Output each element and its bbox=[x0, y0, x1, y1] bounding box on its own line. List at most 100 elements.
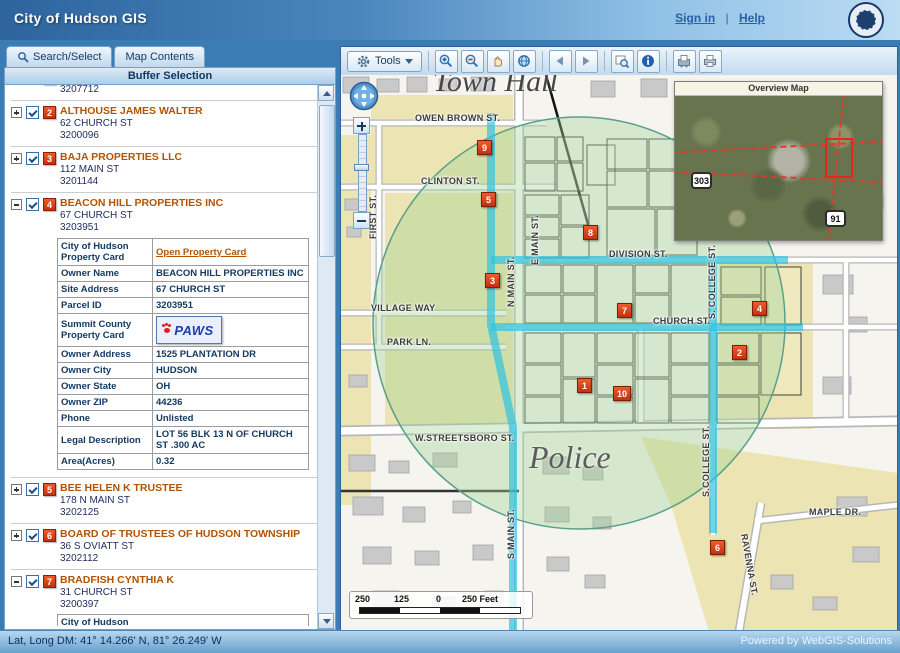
scroll-up-button[interactable] bbox=[318, 85, 334, 101]
property-card-partial: City of Hudson bbox=[57, 614, 309, 626]
table-row: Area(Acres) 0.32 bbox=[57, 453, 309, 470]
overview-map[interactable]: Overview Map 303 91 bbox=[674, 81, 883, 241]
collapse-toggle[interactable] bbox=[11, 199, 22, 210]
tab-label: Map Contents bbox=[125, 51, 194, 63]
table-row: Summit County Property Card PAWS bbox=[57, 313, 309, 347]
coordinates-readout: Lat, Long DM: 41° 14.266' N, 81° 26.249'… bbox=[8, 635, 222, 647]
scrollbar-thumb[interactable] bbox=[319, 105, 335, 257]
map-marker-10[interactable]: 10 bbox=[613, 386, 631, 401]
sign-in-link[interactable]: Sign in bbox=[675, 11, 715, 25]
zoom-out-button[interactable] bbox=[460, 49, 484, 73]
card-field-label: Owner Address bbox=[57, 346, 153, 363]
zoom-slider-in-button[interactable] bbox=[353, 117, 370, 134]
zoom-slider-thumb[interactable] bbox=[354, 164, 369, 171]
pan-button[interactable] bbox=[486, 49, 510, 73]
result-address: 112 MAIN ST bbox=[60, 164, 120, 175]
tab-search-select[interactable]: Search/Select bbox=[6, 46, 113, 67]
tab-label: Search/Select bbox=[33, 51, 102, 63]
hand-icon bbox=[494, 56, 503, 67]
expand-toggle[interactable] bbox=[11, 530, 22, 541]
map-panel: Tools Town Hall Police OWEN BROWN ST. CL… bbox=[340, 46, 898, 632]
overview-extent-rectangle[interactable] bbox=[825, 138, 853, 178]
expand-toggle[interactable] bbox=[11, 107, 22, 118]
tools-menu-button[interactable]: Tools bbox=[347, 50, 422, 72]
map-marker-9[interactable]: 9 bbox=[477, 140, 492, 155]
overview-map-title: Overview Map bbox=[675, 82, 882, 96]
print-button[interactable] bbox=[698, 49, 722, 73]
result-checkbox[interactable] bbox=[26, 106, 39, 119]
street-label: S.COLLEGE ST. bbox=[701, 425, 711, 497]
table-row: Owner Address 1525 PLANTATION DR bbox=[57, 346, 309, 363]
chevron-down-icon bbox=[404, 58, 413, 64]
result-checkbox[interactable] bbox=[26, 198, 39, 211]
result-checkbox[interactable] bbox=[26, 575, 39, 588]
result-name[interactable]: BAJA PROPERTIES LLC bbox=[60, 151, 182, 163]
card-field-value: Unlisted bbox=[152, 410, 309, 427]
map-marker-7[interactable]: 7 bbox=[617, 303, 632, 318]
card-field-label: Parcel ID bbox=[57, 297, 153, 314]
status-bar: Lat, Long DM: 41° 14.266' N, 81° 26.249'… bbox=[0, 630, 900, 653]
street-label: CLINTON ST. bbox=[421, 176, 480, 186]
route-shield-91: 91 bbox=[825, 210, 846, 227]
left-panel: Search/Select Map Contents Buffer Select… bbox=[4, 46, 336, 630]
card-field-label: Owner Name bbox=[57, 265, 153, 282]
zoom-in-button[interactable] bbox=[434, 49, 458, 73]
paws-logo[interactable]: PAWS bbox=[156, 316, 222, 344]
tab-map-contents[interactable]: Map Contents bbox=[114, 46, 205, 67]
identify-button[interactable] bbox=[636, 49, 660, 73]
result-address: 31 CHURCH ST bbox=[60, 587, 133, 598]
street-label: VILLAGE WAY bbox=[371, 303, 436, 313]
expand-toggle[interactable] bbox=[11, 153, 22, 164]
result-parcel: 3201144 bbox=[60, 176, 99, 187]
results-scrollbar[interactable] bbox=[317, 85, 335, 629]
next-extent-button[interactable] bbox=[574, 49, 598, 73]
previous-extent-button[interactable] bbox=[548, 49, 572, 73]
street-label: W.STREETSBORO ST. bbox=[415, 433, 515, 443]
result-parcel: 3200096 bbox=[60, 130, 99, 141]
info-icon bbox=[642, 55, 655, 67]
zoom-window-button[interactable] bbox=[610, 49, 634, 73]
map-marker-2[interactable]: 2 bbox=[732, 345, 747, 360]
export-map-button[interactable] bbox=[672, 49, 696, 73]
zoom-slider-track[interactable] bbox=[357, 134, 367, 212]
result-number-badge: 3 bbox=[43, 152, 56, 165]
map-marker-1[interactable]: 1 bbox=[577, 378, 592, 393]
police-label: Police bbox=[529, 439, 611, 475]
full-extent-button[interactable] bbox=[512, 49, 536, 73]
result-checkbox[interactable] bbox=[26, 483, 39, 496]
zoom-slider-out-button[interactable] bbox=[353, 212, 370, 229]
map-marker-5[interactable]: 5 bbox=[481, 192, 496, 207]
result-address: 62 CHURCH ST bbox=[60, 118, 133, 129]
table-row: Phone Unlisted bbox=[57, 410, 309, 427]
pan-compass-control[interactable] bbox=[349, 81, 379, 111]
result-checkbox[interactable] bbox=[26, 529, 39, 542]
list-item: 6 BOARD OF TRUSTEES OF HUDSON TOWNSHIP 3… bbox=[11, 524, 318, 570]
result-name[interactable]: ALTHOUSE JAMES WALTER bbox=[60, 105, 203, 117]
card-field-value: LOT 56 BLK 13 N OF CHURCH ST .300 AC bbox=[152, 426, 309, 454]
results-list: 7 E MAIN ST 3207712 2 ALTHOUSE JAMES WAL… bbox=[5, 85, 318, 629]
result-address: 36 S OVIATT ST bbox=[60, 541, 135, 552]
list-item: 2 ALTHOUSE JAMES WALTER 62 CHURCH ST 320… bbox=[11, 101, 318, 147]
open-property-card-link[interactable]: Open Property Card bbox=[156, 247, 246, 258]
expand-toggle[interactable] bbox=[11, 484, 22, 495]
map-marker-8[interactable]: 8 bbox=[583, 225, 598, 240]
town-hall-label: Town Hall bbox=[433, 75, 558, 98]
collapse-toggle[interactable] bbox=[11, 576, 22, 587]
property-card-table: City of Hudson Property Card Open Proper… bbox=[57, 238, 309, 470]
result-name[interactable]: BEACON HILL PROPERTIES INC bbox=[60, 197, 223, 209]
zoom-slider-control bbox=[353, 117, 371, 229]
overview-map-imagery[interactable]: 303 91 bbox=[675, 96, 882, 240]
help-link[interactable]: Help bbox=[739, 11, 765, 25]
result-name[interactable]: BOARD OF TRUSTEES OF HUDSON TOWNSHIP bbox=[60, 528, 300, 540]
street-label: MAPLE DR. bbox=[809, 507, 862, 517]
map-marker-4[interactable]: 4 bbox=[752, 301, 767, 316]
map-canvas[interactable]: Town Hall Police OWEN BROWN ST. CLINTON … bbox=[341, 75, 897, 631]
result-name[interactable]: BRADFISH CYNTHIA K bbox=[60, 574, 174, 586]
scroll-down-button[interactable] bbox=[318, 613, 334, 629]
powered-by-text: Powered by WebGIS-Solutions bbox=[740, 635, 892, 647]
result-name[interactable]: BEE HELEN K TRUSTEE bbox=[60, 482, 183, 494]
result-parcel: 3202125 bbox=[60, 507, 99, 518]
map-marker-3[interactable]: 3 bbox=[485, 273, 500, 288]
result-checkbox[interactable] bbox=[26, 152, 39, 165]
map-marker-6[interactable]: 6 bbox=[710, 540, 725, 555]
